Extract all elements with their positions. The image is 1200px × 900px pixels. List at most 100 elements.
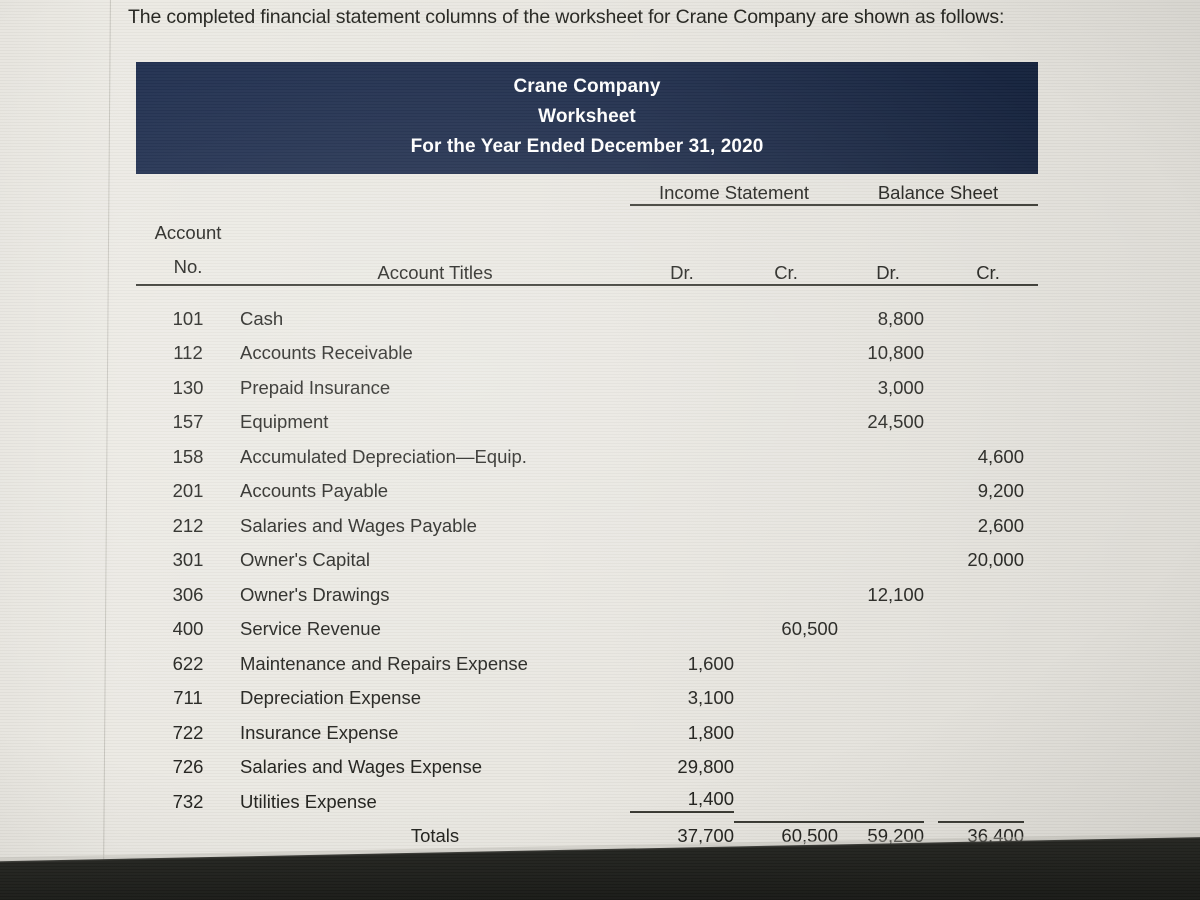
page-margin-rule [103, 0, 111, 870]
bs-cr-value [938, 640, 1038, 675]
account-no: 732 [172, 790, 204, 812]
bs-dr-value [838, 744, 938, 779]
bs-cr-value: 2,600 [977, 514, 1025, 536]
bs-dr-value [838, 640, 938, 675]
is-cr-value [734, 468, 838, 503]
account-title: Prepaid Insurance [240, 376, 391, 398]
bs-dr-value [838, 709, 938, 744]
worksheet-table: Income Statement Balance Sheet Account N… [136, 174, 1039, 900]
account-no-line1: Account [154, 222, 222, 243]
account-title: Maintenance and Repairs Expense [240, 652, 528, 674]
account-title: Accounts Payable [240, 480, 389, 501]
account-title: Depreciation Expense [240, 687, 421, 708]
bs-dr-value [838, 778, 938, 813]
account-title: Cash [240, 307, 284, 329]
table-row: 212 Salaries and Wages Payable 2,600 [136, 502, 1038, 537]
table-body: 101 Cash 8,800 112 Accounts Receivable 1… [136, 285, 1038, 900]
is-dr-value: 1,600 [687, 652, 734, 674]
is-dr-value [630, 468, 734, 503]
table-row: 112 Accounts Receivable 10,800 [136, 330, 1038, 365]
is-cr-value [734, 675, 838, 710]
account-title: Utilities Expense [240, 790, 377, 812]
is-cr-value [734, 433, 838, 468]
bs-dr-value: 8,800 [877, 307, 925, 329]
is-cr-value: 60,500 [781, 618, 839, 639]
bs-dr-value [838, 433, 938, 468]
is-cr-value [734, 364, 838, 399]
bs-cr-value: 4,600 [977, 445, 1025, 467]
is-cr-value [734, 295, 838, 330]
column-header-account-no: Account No. [136, 205, 240, 286]
account-no: 306 [172, 583, 204, 605]
account-title: Service Revenue [240, 618, 381, 639]
account-no: 101 [172, 307, 204, 329]
account-title: Insurance Expense [240, 721, 399, 743]
is-dr-value [630, 399, 734, 434]
account-no: 157 [172, 411, 204, 432]
bs-dr-value [838, 537, 938, 572]
account-no: 726 [172, 756, 204, 777]
bs-cr-value [938, 606, 1038, 641]
is-cr-value [734, 399, 838, 434]
table-row: 301 Owner's Capital 20,000 [136, 537, 1038, 572]
is-dr-value [630, 537, 734, 572]
is-dr-value [630, 606, 734, 641]
is-cr-value [734, 640, 838, 675]
bs-cr-value [938, 571, 1038, 606]
table-row: 101 Cash 8,800 [136, 295, 1038, 330]
column-header-is-cr: Cr. [734, 205, 839, 286]
is-cr-value [734, 330, 838, 365]
bs-dr-value: 10,800 [867, 342, 925, 363]
account-title: Accumulated Depreciation—Equip. [240, 445, 527, 467]
is-dr-value: 3,100 [687, 687, 734, 708]
company-name: Crane Company [513, 76, 661, 97]
account-no: 158 [172, 445, 204, 467]
bs-dr-value: 24,500 [867, 411, 925, 432]
table-row: 732 Utilities Expense 1,400 [136, 778, 1038, 813]
table-row: 130 Prepaid Insurance 3,000 [136, 364, 1038, 399]
bs-dr-value [838, 606, 938, 641]
column-header-bs-cr: Cr. [938, 205, 1039, 286]
table-row: 726 Salaries and Wages Expense 29,800 [136, 744, 1038, 779]
table-row: 157 Equipment 24,500 [136, 399, 1038, 434]
bs-cr-value [938, 364, 1038, 399]
column-header-account-titles: Account Titles [240, 205, 630, 286]
bs-cr-value [938, 709, 1038, 744]
table-row: 201 Accounts Payable 9,200 [136, 468, 1038, 503]
table-row: 622 Maintenance and Repairs Expense 1,60… [136, 640, 1038, 675]
worksheet-title-band: Crane Company Worksheet For the Year End… [136, 62, 1038, 174]
group-header-row: Income Statement Balance Sheet [136, 174, 1039, 206]
group-header-income-statement: Income Statement [630, 174, 839, 206]
account-title: Owner's Drawings [240, 583, 390, 605]
group-header-balance-sheet: Balance Sheet [838, 174, 1039, 206]
table-row: 306 Owner's Drawings 12,100 [136, 571, 1038, 606]
bs-dr-value [838, 675, 938, 710]
is-cr-value [734, 778, 838, 813]
account-no: 130 [172, 376, 204, 398]
screen-surface: The completed financial statement column… [0, 0, 1200, 900]
bs-cr-value: 9,200 [977, 480, 1025, 501]
column-header-bs-dr: Dr. [838, 205, 939, 286]
header-spacer [136, 285, 1038, 295]
is-dr-value [630, 330, 734, 365]
bs-dr-value [838, 502, 938, 537]
is-cr-value [734, 709, 838, 744]
is-cr-value [734, 571, 838, 606]
account-no: 711 [173, 687, 203, 708]
account-title: Salaries and Wages Payable [240, 514, 477, 536]
bs-cr-value [938, 295, 1038, 330]
bs-cr-value [938, 675, 1038, 710]
is-dr-value [630, 502, 734, 537]
account-no: 301 [172, 549, 204, 570]
account-no: 722 [172, 721, 204, 743]
is-dr-value [630, 295, 734, 330]
column-header-row: Account No. Account Titles Dr. Cr. Dr. C… [136, 205, 1039, 286]
bs-dr-value [838, 468, 938, 503]
bs-cr-value [938, 744, 1038, 779]
is-cr-value [734, 744, 838, 779]
account-no-line2: No. [173, 256, 203, 277]
is-dr-value [630, 433, 734, 468]
totals-label: Totals [410, 825, 460, 846]
table-row: 158 Accumulated Depreciation—Equip. 4,60… [136, 433, 1038, 468]
bs-dr-value: 12,100 [867, 583, 925, 605]
